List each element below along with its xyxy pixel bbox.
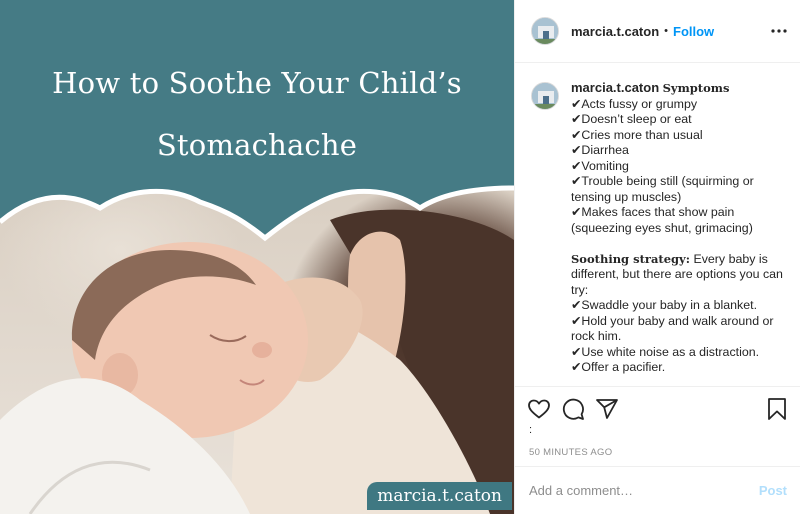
bookmark-icon[interactable]	[765, 397, 789, 421]
post-side-panel: marcia.t.caton • Follow marcia.t.caton S…	[514, 0, 800, 514]
headline-line-1: How to Soothe Your Child’s	[52, 66, 462, 100]
symptom-item: ✔Diarrhea	[571, 143, 629, 157]
comment-bar: Post	[515, 466, 800, 514]
strategy-item: ✔Swaddle your baby in a blanket.	[571, 298, 758, 312]
likes-line: :	[529, 424, 533, 436]
caption-avatar[interactable]	[531, 82, 559, 110]
share-icon[interactable]	[595, 397, 619, 421]
follow-button[interactable]: Follow	[673, 24, 714, 39]
post-timestamp[interactable]: 50 MINUTES AGO	[529, 447, 612, 458]
symptom-item: ✔Doesn’t sleep or eat	[571, 112, 692, 126]
strategy-item: ✔Hold your baby and walk around or rock …	[571, 313, 774, 344]
post-comment-button[interactable]: Post	[759, 483, 787, 498]
symptom-item: ✔Vomiting	[571, 158, 629, 173]
strategy-paragraph: Soothing strategy: Every baby is differe…	[571, 252, 787, 299]
symptom-item: ✔Trouble being still (squirming or tensi…	[571, 174, 754, 204]
image-watermark: marcia.t.caton	[367, 482, 512, 510]
post-header: marcia.t.caton • Follow	[515, 0, 800, 63]
symptoms-heading: Symptoms	[662, 81, 730, 95]
symptom-item: ✔Cries more than usual	[571, 127, 703, 142]
caption-avatar-image	[532, 83, 558, 109]
symptom-item: ✔Acts fussy or grumpy	[571, 96, 698, 111]
comment-icon[interactable]	[561, 397, 585, 421]
caption-heading-line: marcia.t.caton Symptoms	[571, 80, 787, 97]
strategy-item: ✔Offer a pacifier.	[571, 360, 666, 374]
more-horizontal-icon[interactable]	[771, 22, 787, 40]
post-image[interactable]: How to Soothe Your Child’s Stomachache m…	[0, 0, 514, 514]
header-username[interactable]: marcia.t.caton	[571, 24, 659, 39]
post-headline: How to Soothe Your Child’s Stomachache	[0, 52, 514, 176]
header-separator: •	[664, 25, 669, 37]
avatar[interactable]	[531, 17, 559, 45]
caption-username[interactable]: marcia.t.caton	[571, 80, 659, 95]
comment-input[interactable]	[529, 483, 759, 498]
caption-area: marcia.t.caton Symptoms ✔Acts fussy or g…	[515, 64, 800, 386]
avatar-image	[532, 18, 558, 44]
headline-line-2: Stomachache	[156, 128, 358, 162]
symptom-item: ✔Makes faces that show pain (squeezing e…	[571, 205, 753, 235]
strategy-item: ✔Use white noise as a distraction.	[571, 344, 760, 359]
heart-icon[interactable]	[527, 397, 551, 421]
strategy-heading: Soothing strategy:	[571, 251, 690, 266]
caption-text: marcia.t.caton Symptoms ✔Acts fussy or g…	[571, 80, 787, 386]
post-actions	[515, 386, 800, 432]
